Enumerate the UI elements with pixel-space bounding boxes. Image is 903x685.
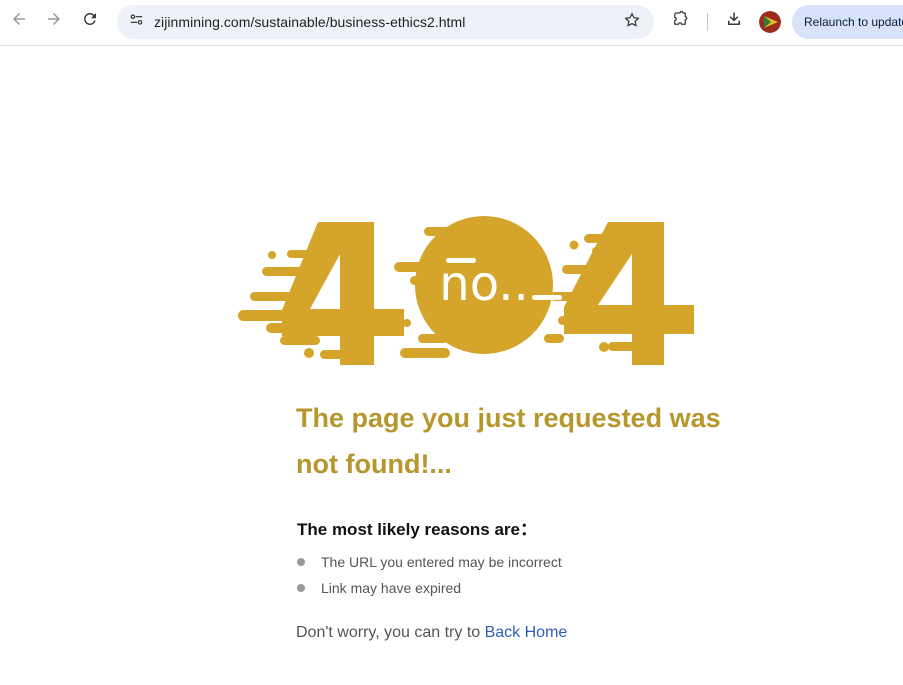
error-headline: The page you just requested was not foun…: [296, 403, 721, 479]
reasons-title: The most likely reasons are：: [297, 520, 537, 539]
extensions-icon: [671, 10, 689, 33]
address-bar[interactable]: zijinmining.com/sustainable/business-eth…: [117, 5, 654, 39]
bookmark-button[interactable]: [622, 12, 642, 32]
back-icon: [10, 10, 28, 33]
bullet-icon: [297, 584, 305, 592]
forward-icon: [45, 10, 63, 33]
site-info-icon: [128, 11, 145, 33]
footer-line: Don't worry, you can try to Back Home: [296, 624, 567, 642]
list-item: Link may have expired: [296, 577, 562, 603]
url-text[interactable]: zijinmining.com/sustainable/business-eth…: [154, 14, 465, 30]
back-home-link[interactable]: Back Home: [485, 624, 568, 641]
no-graphic-text: no..: [439, 256, 528, 312]
footer-text: Don't worry, you can try to: [296, 624, 485, 641]
toolbar-divider: [707, 13, 708, 31]
download-icon: [725, 10, 743, 33]
site-info-button[interactable]: [123, 9, 149, 35]
bookmark-star-icon: [623, 11, 641, 34]
relaunch-to-update-button[interactable]: Relaunch to update: [792, 5, 903, 39]
forward-button[interactable]: [40, 7, 68, 35]
reasons-list: The URL you entered may be incorrect Lin…: [296, 551, 562, 603]
downloads-button[interactable]: [720, 7, 748, 35]
list-item: The URL you entered may be incorrect: [296, 551, 562, 577]
reload-button[interactable]: [76, 7, 104, 35]
reason-text: Link may have expired: [321, 580, 462, 596]
extensions-button[interactable]: [666, 7, 694, 35]
bullet-icon: [297, 558, 305, 566]
profile-avatar[interactable]: [759, 11, 781, 33]
error-404-graphic: no..: [232, 210, 704, 372]
browser-toolbar: zijinmining.com/sustainable/business-eth…: [0, 0, 903, 46]
reload-icon: [81, 10, 99, 33]
back-button[interactable]: [5, 7, 33, 35]
reason-text: The URL you entered may be incorrect: [321, 554, 562, 570]
